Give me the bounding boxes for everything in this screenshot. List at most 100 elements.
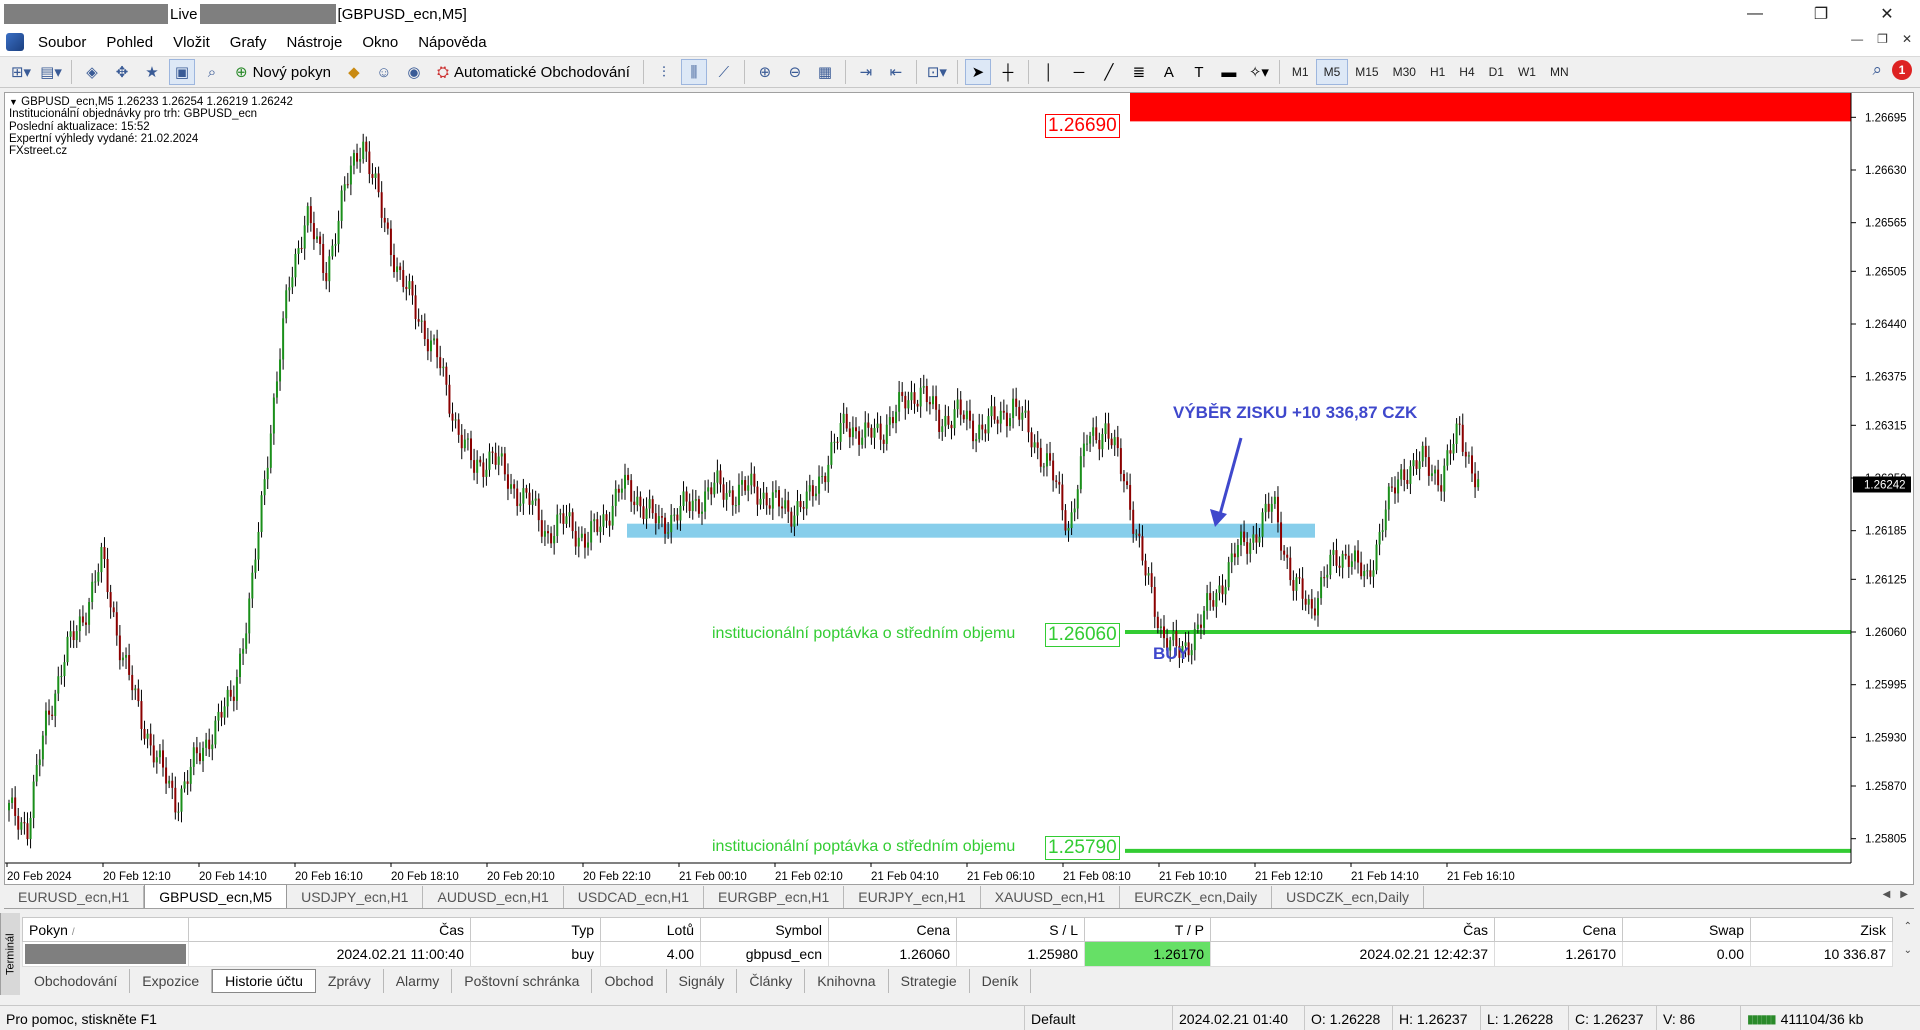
col-header-order[interactable]: Pokyn / <box>22 917 189 942</box>
minimize-button[interactable]: — <box>1722 0 1788 28</box>
tab-scroll-right-icon[interactable]: ▶ <box>1900 889 1908 900</box>
symbol-tab-active[interactable]: GBPUSD_ecn,M5 <box>144 884 288 908</box>
arrows-icon[interactable]: ✧▾ <box>1246 59 1272 85</box>
favorites-icon[interactable]: ★ <box>139 59 165 85</box>
symbol-tab[interactable]: USDJPY_ecn,H1 <box>287 886 424 908</box>
timeframe-h4[interactable]: H4 <box>1452 59 1481 85</box>
signals-icon[interactable]: ◉ <box>401 59 427 85</box>
horizontal-line-icon[interactable]: ─ <box>1066 59 1092 85</box>
table-row[interactable]: 2024.02.21 11:00:40 buy 4.00 gbpusd_ecn … <box>22 941 1893 967</box>
terminal-tab[interactable]: Knihovna <box>805 969 889 993</box>
col-header-close-price[interactable]: Cena <box>1494 917 1623 942</box>
timeframe-m15[interactable]: M15 <box>1348 59 1385 85</box>
scroll-down-icon[interactable]: ⌄ <box>1904 945 1912 956</box>
supply-zone-price[interactable]: 1.26690 <box>1045 114 1120 138</box>
child-minimize-icon[interactable]: — <box>1851 32 1863 46</box>
terminal-tab[interactable]: Zprávy <box>316 969 384 993</box>
candlestick-chart-icon[interactable]: ⫼ <box>680 59 707 85</box>
terminal-tab[interactable]: Články <box>737 969 806 993</box>
symbol-tab[interactable]: EURGBP_ecn,H1 <box>704 886 845 908</box>
crosshair-icon[interactable]: ┼ <box>995 59 1021 85</box>
col-header-swap[interactable]: Swap <box>1622 917 1751 942</box>
symbol-tab[interactable]: AUDUSD_ecn,H1 <box>423 886 564 908</box>
col-header-time[interactable]: Čas <box>188 917 471 942</box>
col-header-symbol[interactable]: Symbol <box>700 917 829 942</box>
chart-window[interactable]: 1.26695 1.26630 1.26565 1.26505 1.26440 1.263… <box>4 92 1914 885</box>
terminal-tab[interactable]: Poštovní schránka <box>452 969 593 993</box>
bar-chart-icon[interactable]: ⫶ <box>651 59 677 85</box>
symbol-tab[interactable]: EURUSD_ecn,H1 <box>4 886 145 908</box>
symbol-tab[interactable]: XAUUSD_ecn,H1 <box>981 886 1121 908</box>
search-icon[interactable]: ⌕ <box>1872 60 1882 80</box>
timeframe-m5[interactable]: M5 <box>1315 59 1349 85</box>
col-header-price[interactable]: Cena <box>828 917 957 942</box>
timeframe-h1[interactable]: H1 <box>1423 59 1452 85</box>
child-restore-icon[interactable]: ❐ <box>1877 32 1888 46</box>
vertical-line-icon[interactable]: │ <box>1036 59 1062 85</box>
terminal-tab[interactable]: Signály <box>667 969 738 993</box>
market-watch-icon[interactable]: ◈ <box>79 59 105 85</box>
text-label-icon[interactable]: T <box>1186 59 1212 85</box>
symbol-tab[interactable]: USDCZK_ecn,Daily <box>1272 886 1425 908</box>
menu-okno[interactable]: Okno <box>352 34 408 51</box>
tile-windows-icon[interactable]: ▦ <box>812 59 838 85</box>
timeframe-w1[interactable]: W1 <box>1511 59 1543 85</box>
tester-icon[interactable]: ⌕ <box>199 59 225 85</box>
close-button[interactable]: ✕ <box>1854 0 1920 28</box>
symbol-tab[interactable]: EURCZK_ecn,Daily <box>1120 886 1273 908</box>
col-header-lots[interactable]: Lotů <box>600 917 701 942</box>
indicators-icon[interactable]: ⊡▾ <box>924 59 950 85</box>
terminal-tab[interactable]: Deník <box>970 969 1032 993</box>
auto-trading-button[interactable]: ⛭ Automatické Obchodování <box>431 59 636 85</box>
new-chart-icon[interactable]: ⊞▾ <box>8 59 34 85</box>
child-close-icon[interactable]: ✕ <box>1902 32 1912 46</box>
data-window-icon[interactable]: ▣ <box>169 59 195 85</box>
timeframe-m30[interactable]: M30 <box>1386 59 1423 85</box>
terminal-tab[interactable]: Strategie <box>889 969 970 993</box>
metaeditor-icon[interactable]: ◆ <box>341 59 367 85</box>
profiles-icon[interactable]: ▤▾ <box>38 59 64 85</box>
navigator-icon[interactable]: ✥ <box>109 59 135 85</box>
menu-nastroje[interactable]: Nástroje <box>276 34 352 51</box>
maximize-button[interactable]: ❐ <box>1788 0 1854 28</box>
rectangle-icon[interactable]: ▬ <box>1216 59 1242 85</box>
demand-low-price[interactable]: 1.25790 <box>1045 836 1120 860</box>
timeframe-m1[interactable]: M1 <box>1285 59 1316 85</box>
symbol-tab[interactable]: EURJPY_ecn,H1 <box>844 886 981 908</box>
chat-icon[interactable]: ☺ <box>371 59 397 85</box>
col-header-close-time[interactable]: Čas <box>1210 917 1495 942</box>
trendline-icon[interactable]: ╱ <box>1096 59 1122 85</box>
col-header-tp[interactable]: T / P <box>1084 917 1211 942</box>
terminal-tab[interactable]: Obchodování <box>22 969 131 993</box>
terminal-tab[interactable]: Obchod <box>592 969 667 993</box>
chart-shift-icon[interactable]: ⇤ <box>883 59 909 85</box>
menu-pohled[interactable]: Pohled <box>96 34 163 51</box>
menu-soubor[interactable]: Soubor <box>28 34 96 51</box>
terminal-tab[interactable]: Expozice <box>130 969 213 993</box>
zoom-in-icon[interactable]: ⊕ <box>752 59 778 85</box>
terminal-tab[interactable]: Alarmy <box>384 969 453 993</box>
chart-collapse-icon[interactable]: ▼ <box>9 97 18 107</box>
timeframe-d1[interactable]: D1 <box>1482 59 1511 85</box>
col-header-profit[interactable]: Zisk <box>1750 917 1893 942</box>
menu-grafy[interactable]: Grafy <box>220 34 277 51</box>
channel-icon[interactable]: ≣ <box>1126 59 1152 85</box>
menu-napoveda[interactable]: Nápověda <box>408 34 496 51</box>
auto-scroll-icon[interactable]: ⇥ <box>853 59 879 85</box>
tab-scroll-left-icon[interactable]: ◀ <box>1883 889 1891 900</box>
scroll-up-icon[interactable]: ⌃ <box>1904 921 1912 932</box>
text-icon[interactable]: A <box>1156 59 1182 85</box>
line-chart-icon[interactable]: ⟋ <box>711 59 737 85</box>
notification-badge[interactable]: 1 <box>1892 60 1912 80</box>
timeframe-mn[interactable]: MN <box>1543 59 1576 85</box>
price-chart[interactable]: 1.26695 1.26630 1.26565 1.26505 1.26440 1.263… <box>5 93 1914 885</box>
terminal-tab-active[interactable]: Historie účtu <box>212 969 316 993</box>
cursor-icon[interactable]: ➤ <box>964 59 991 85</box>
col-header-type[interactable]: Typ <box>470 917 601 942</box>
new-order-button[interactable]: ⊕ Nový pokyn <box>229 59 337 85</box>
symbol-tab[interactable]: USDCAD_ecn,H1 <box>564 886 705 908</box>
menu-vlozit[interactable]: Vložit <box>163 34 220 51</box>
zoom-out-icon[interactable]: ⊖ <box>782 59 808 85</box>
demand-mid-price[interactable]: 1.26060 <box>1045 623 1120 647</box>
col-header-sl[interactable]: S / L <box>956 917 1085 942</box>
